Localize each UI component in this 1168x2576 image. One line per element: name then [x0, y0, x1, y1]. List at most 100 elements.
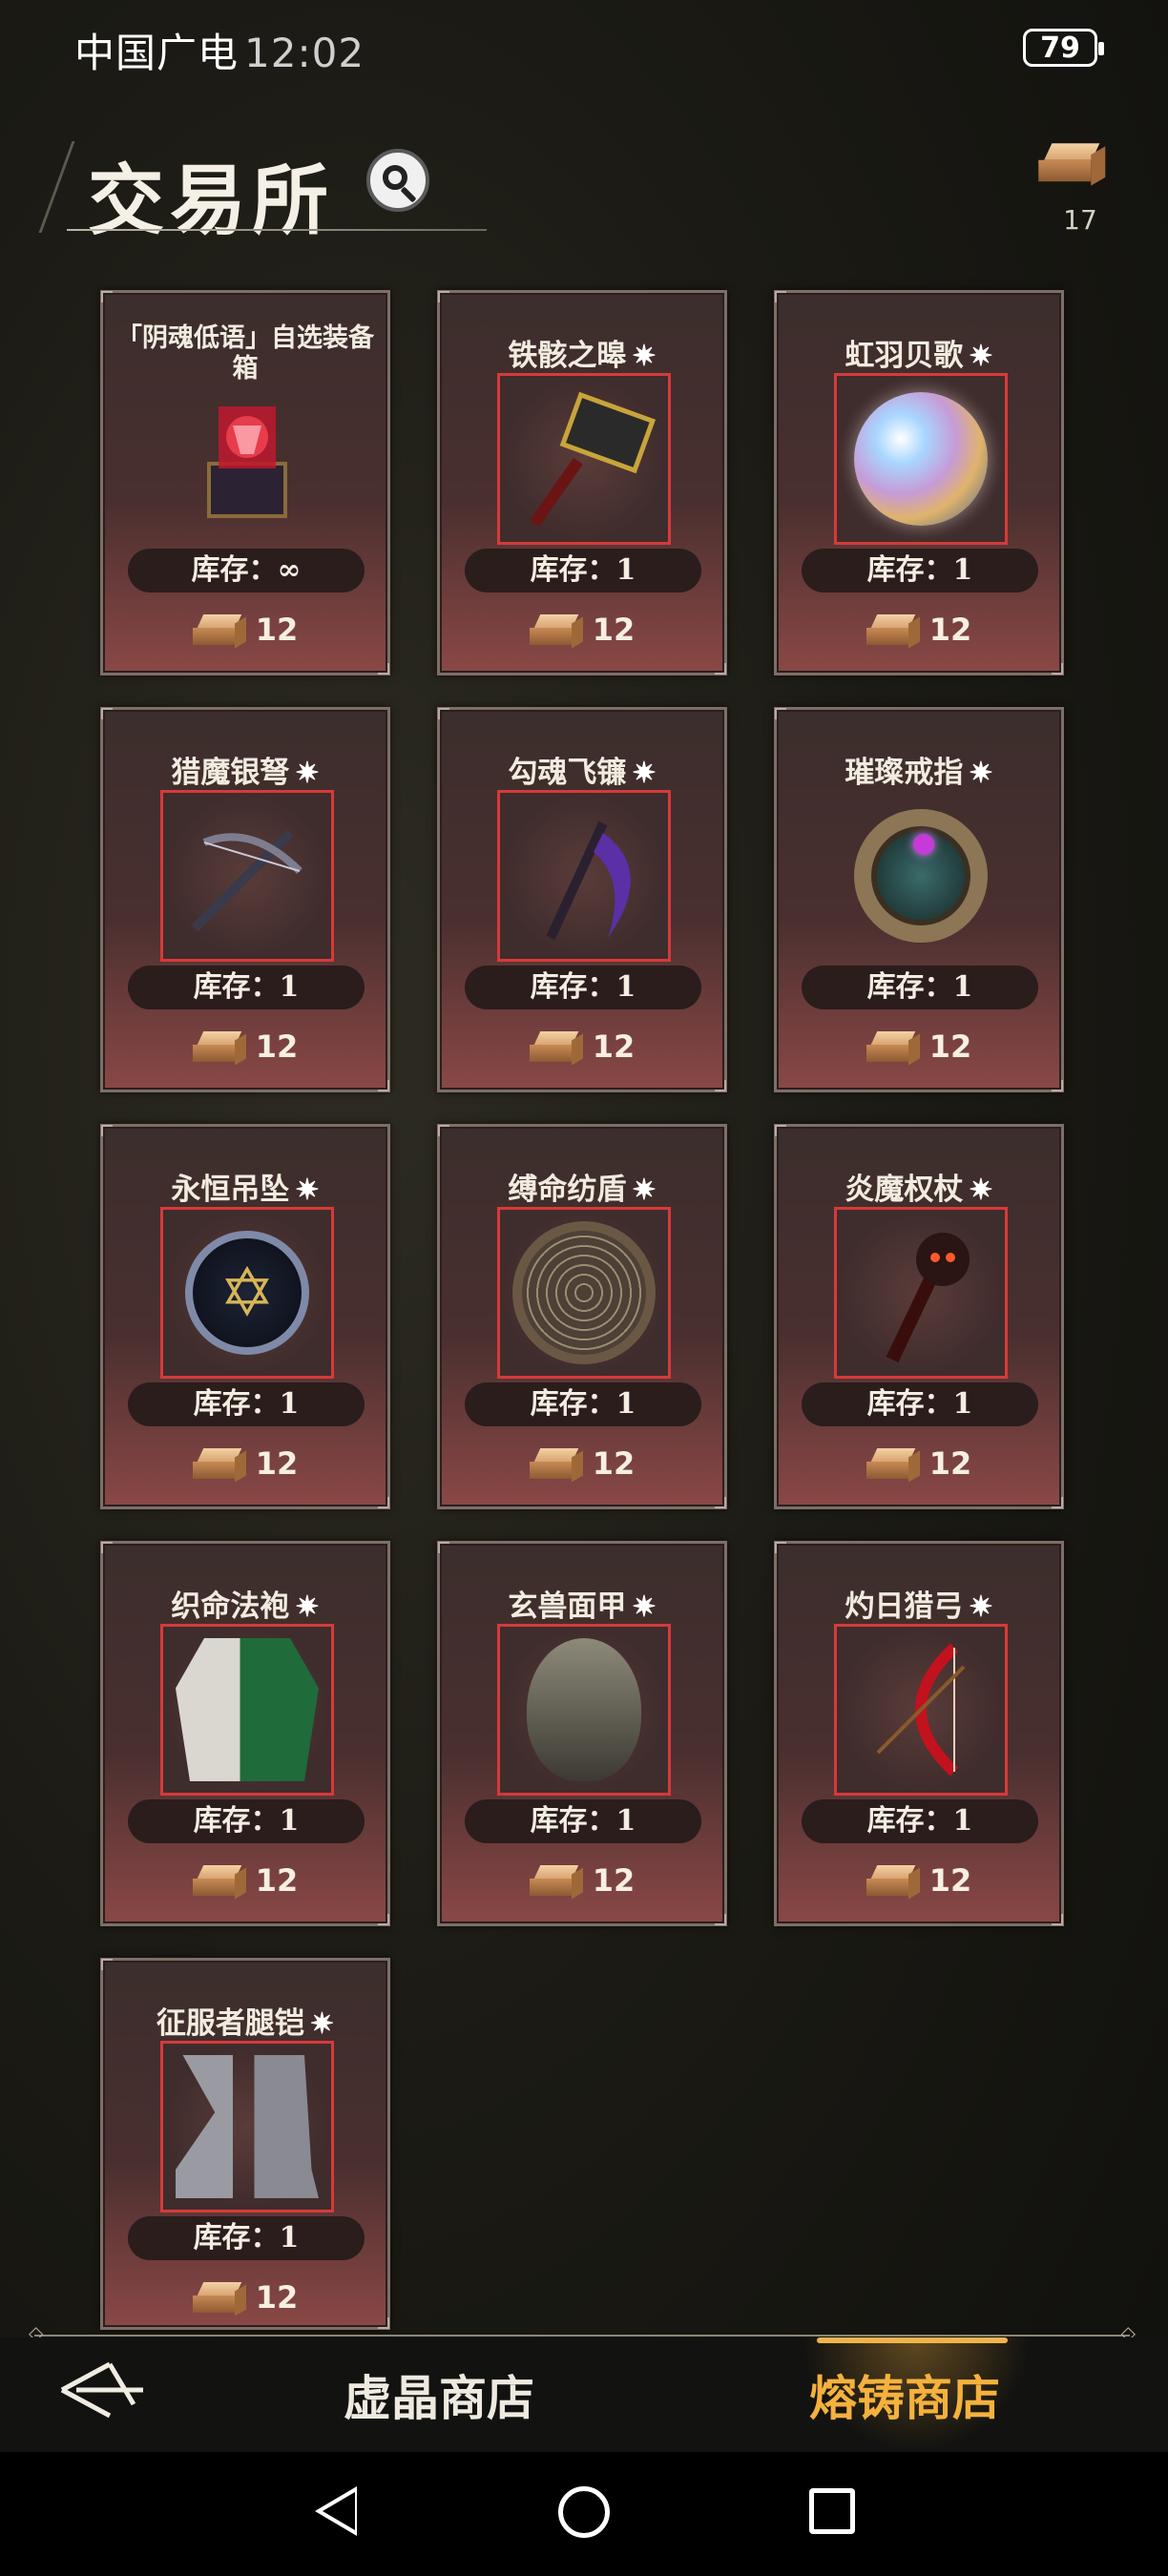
- item-name: 铁骸之暤 ✷: [508, 339, 657, 373]
- item-card[interactable]: 玄兽面甲 ✷ 库存：1 12: [437, 1541, 727, 1926]
- item-image: [834, 1207, 1008, 1379]
- system-home-icon[interactable]: [558, 2486, 610, 2538]
- item-stock: 库存：1: [128, 966, 365, 1009]
- hammer-icon: [530, 391, 656, 528]
- price-value: 12: [255, 612, 299, 648]
- star-icon: ✷: [632, 340, 657, 373]
- ingot-icon: [866, 1031, 920, 1066]
- clock: 12:02: [244, 30, 365, 76]
- ingot-icon: [192, 1031, 246, 1066]
- ingot-icon: [192, 2282, 246, 2316]
- ingot-icon: [192, 614, 246, 649]
- item-name: 勾魂飞镰 ✷: [508, 756, 657, 790]
- item-card[interactable]: 猎魔银弩 ✷ 库存：1 12: [100, 707, 390, 1092]
- item-image: [160, 1624, 334, 1796]
- crossbow-icon: [191, 829, 302, 932]
- star-icon: ✷: [969, 757, 993, 790]
- item-name: 玄兽面甲 ✷: [508, 1589, 657, 1624]
- bow-icon: [876, 1643, 966, 1776]
- ingot-icon: [529, 1031, 583, 1066]
- item-card[interactable]: 勾魂飞镰 ✷ 库存：1 12: [437, 707, 727, 1092]
- price-value: 12: [592, 612, 636, 648]
- star-icon: ✷: [969, 1174, 993, 1207]
- item-price: 12: [777, 1028, 1061, 1066]
- item-name: 征服者腿铠 ✷: [156, 2006, 335, 2041]
- ingot-icon: [529, 1448, 583, 1483]
- price-value: 12: [255, 1445, 299, 1482]
- ingot-icon: [529, 1865, 583, 1900]
- item-image: [834, 373, 1008, 545]
- item-name: 灼日猎弓 ✷: [845, 1589, 993, 1624]
- price-value: 12: [592, 1028, 636, 1065]
- item-card[interactable]: 虹羽贝歌 ✷ 库存：1 12: [774, 290, 1064, 675]
- item-stock: 库存：∞: [128, 549, 365, 592]
- tab-crystal-shop[interactable]: 虚晶商店: [344, 2360, 534, 2429]
- search-button[interactable]: [366, 149, 429, 212]
- item-card[interactable]: 铁骸之暤 ✷ 库存：1 12: [437, 290, 727, 675]
- item-stock: 库存：1: [802, 1382, 1038, 1426]
- item-stock: 库存：1: [802, 966, 1038, 1009]
- item-stock: 库存：1: [465, 549, 701, 592]
- star-icon: ✷: [295, 1174, 320, 1207]
- star-icon: ✷: [632, 1590, 657, 1624]
- star-icon: ✷: [295, 757, 320, 790]
- item-price: 12: [440, 612, 724, 649]
- item-card[interactable]: 永恒吊坠✷ 库存：1 12: [100, 1124, 390, 1509]
- item-card[interactable]: 炎魔权杖 ✷ 库存：1 12: [774, 1124, 1064, 1509]
- item-stock: 库存：1: [128, 1382, 365, 1426]
- item-image: [497, 1624, 671, 1796]
- item-price: 12: [103, 612, 387, 649]
- ingot-icon: [529, 614, 583, 649]
- nav-divider: [29, 2321, 1136, 2344]
- system-back-icon[interactable]: [315, 2486, 357, 2536]
- item-card[interactable]: 灼日猎弓 ✷ 库存：1 12: [774, 1541, 1064, 1926]
- item-image: [160, 790, 334, 962]
- star-icon: ✷: [632, 1174, 657, 1207]
- item-stock: 库存：1: [802, 549, 1038, 592]
- scepter-icon: [886, 1233, 970, 1363]
- item-price: 12: [103, 2279, 387, 2316]
- item-image: [497, 373, 671, 545]
- item-card[interactable]: 「阴魂低语」自选装备箱 库存：∞ 12: [100, 290, 390, 675]
- item-image: [160, 1207, 334, 1379]
- mask-icon: [527, 1638, 641, 1781]
- price-value: 12: [255, 1862, 299, 1899]
- star-icon: ✷: [969, 1590, 993, 1624]
- item-card[interactable]: 征服者腿铠 ✷ 库存：1 12: [100, 1958, 390, 2330]
- page-title: 交易所: [88, 156, 334, 245]
- battery-level: 79: [1040, 31, 1080, 65]
- price-value: 12: [592, 1445, 636, 1482]
- item-image: [834, 790, 1008, 962]
- currency-display[interactable]: 17: [1038, 143, 1118, 236]
- currency-count: 17: [1063, 204, 1097, 236]
- price-value: 12: [928, 1445, 972, 1482]
- item-image: [834, 1624, 1008, 1796]
- item-stock: 库存：1: [128, 1799, 365, 1843]
- back-button[interactable]: [57, 2357, 153, 2423]
- price-value: 12: [592, 1862, 636, 1899]
- item-stock: 库存：1: [465, 1799, 701, 1843]
- item-price: 12: [777, 1862, 1061, 1900]
- item-stock: 库存：1: [465, 966, 701, 1009]
- item-image: [497, 790, 671, 962]
- item-image: [160, 373, 334, 545]
- item-price: 12: [440, 1862, 724, 1900]
- item-card[interactable]: 璀璨戒指 ✷ 库存：1 12: [774, 707, 1064, 1092]
- item-price: 12: [103, 1445, 387, 1483]
- item-card[interactable]: 缚命纺盾 ✷ 库存：1 12: [437, 1124, 727, 1509]
- item-image: [497, 1207, 671, 1379]
- ingot-icon: [866, 1448, 920, 1483]
- price-value: 12: [928, 1862, 972, 1899]
- back-arrow-icon: [60, 2361, 143, 2419]
- item-card[interactable]: 织命法袍 ✷ 库存：1 12: [100, 1541, 390, 1926]
- scythe-icon: [546, 821, 631, 941]
- star-icon: ✷: [969, 340, 993, 373]
- system-recents-icon[interactable]: [809, 2488, 855, 2534]
- shield-icon: [512, 1221, 656, 1364]
- status-carrier-time: 中国广电 12:02: [74, 21, 365, 79]
- item-name: 缚命纺盾 ✷: [508, 1173, 657, 1207]
- boots-icon: [176, 2055, 319, 2198]
- item-price: 12: [440, 1445, 724, 1483]
- tab-forge-shop[interactable]: 熔铸商店: [809, 2360, 1000, 2429]
- item-name: 虹羽贝歌 ✷: [845, 339, 993, 373]
